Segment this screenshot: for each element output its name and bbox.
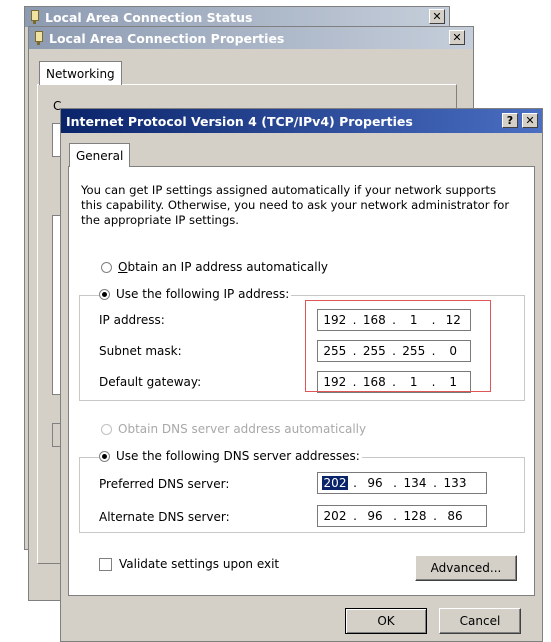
alternate-dns-octet-3: 128 (403, 509, 427, 523)
tab-general-label: General (76, 148, 124, 163)
use-ip-manual-radio[interactable]: Use the following IP address: (99, 287, 292, 301)
alternate-dns-input[interactable]: 202. 96. 128. 86 (317, 505, 487, 527)
alternate-dns-octet-4: 86 (447, 509, 463, 523)
preferred-dns-octet-3: 134 (403, 476, 427, 490)
validate-settings-label: Validate settings upon exit (119, 557, 280, 571)
radio-selected-icon (99, 450, 110, 462)
close-icon: ✕ (432, 10, 442, 23)
ok-button-label: OK (377, 614, 395, 628)
status-close-button[interactable]: ✕ (429, 9, 445, 24)
properties-window-title: Local Area Connection Properties (49, 30, 285, 46)
ip-highlight-box (305, 300, 491, 392)
dialog-close-button[interactable]: ✕ (522, 113, 538, 128)
validate-settings-checkbox[interactable]: Validate settings upon exit (99, 557, 282, 571)
advanced-button-label: Advanced... (430, 561, 502, 575)
close-icon: ✕ (525, 114, 535, 127)
cancel-button[interactable]: Cancel (439, 608, 521, 634)
close-icon: ✕ (452, 31, 462, 44)
help-icon: ? (506, 114, 514, 127)
ipv4-titlebar[interactable]: Internet Protocol Version 4 (TCP/IPv4) P… (61, 109, 542, 133)
preferred-dns-octet-1: 202 (322, 476, 348, 490)
status-window-title: Local Area Connection Status (45, 9, 253, 25)
cancel-button-label: Cancel (459, 614, 501, 628)
radio-unselected-icon (101, 261, 112, 273)
alternate-dns-octet-2: 96 (367, 509, 383, 523)
tab-general[interactable]: General (69, 143, 131, 167)
radio-selected-icon (99, 288, 110, 300)
ipv4-dialog: Internet Protocol Version 4 (TCP/IPv4) P… (60, 108, 543, 642)
obtain-dns-auto-radio[interactable]: Obtain DNS server address automatically (101, 422, 369, 436)
use-ip-manual-label: Use the following IP address: (116, 287, 290, 301)
properties-close-button[interactable]: ✕ (449, 30, 465, 45)
network-connection-icon (29, 10, 39, 24)
intro-text: You can get IP settings assigned automat… (81, 183, 510, 227)
obtain-ip-auto-label: Obtain an IP address automatically (118, 260, 329, 274)
use-dns-manual-radio[interactable]: Use the following DNS server addresses: (99, 449, 362, 463)
preferred-dns-label: Preferred DNS server: (99, 477, 230, 491)
ip-address-label: IP address: (99, 313, 165, 327)
preferred-dns-octet-4: 133 (443, 476, 467, 490)
radio-disabled-icon (101, 423, 112, 435)
status-titlebar[interactable]: Local Area Connection Status (25, 7, 449, 27)
ipv4-dialog-title: Internet Protocol Version 4 (TCP/IPv4) P… (66, 113, 413, 129)
preferred-dns-input[interactable]: 202. 96. 134. 133 (317, 472, 487, 494)
properties-titlebar[interactable]: Local Area Connection Properties (29, 27, 473, 49)
default-gateway-label: Default gateway: (99, 375, 202, 389)
ok-button[interactable]: OK (345, 608, 427, 634)
tab-networking-label: Networking (46, 66, 115, 81)
advanced-button[interactable]: Advanced... (415, 555, 517, 581)
network-connection-icon (33, 31, 43, 45)
obtain-dns-auto-label: Obtain DNS server address automatically (118, 422, 367, 436)
alternate-dns-label: Alternate DNS server: (99, 510, 230, 524)
help-button[interactable]: ? (502, 113, 518, 128)
subnet-mask-label: Subnet mask: (99, 344, 182, 358)
obtain-ip-auto-text: btain an IP address automatically (127, 260, 329, 274)
tab-networking[interactable]: Networking (39, 61, 122, 85)
alternate-dns-octet-1: 202 (323, 509, 347, 523)
obtain-ip-auto-radio[interactable]: Obtain an IP address automatically (101, 260, 331, 274)
preferred-dns-octet-2: 96 (367, 476, 383, 490)
general-tab-panel: You can get IP settings assigned automat… (68, 166, 535, 596)
use-dns-manual-label: Use the following DNS server addresses: (116, 449, 360, 463)
checkbox-unchecked-icon (99, 557, 112, 571)
